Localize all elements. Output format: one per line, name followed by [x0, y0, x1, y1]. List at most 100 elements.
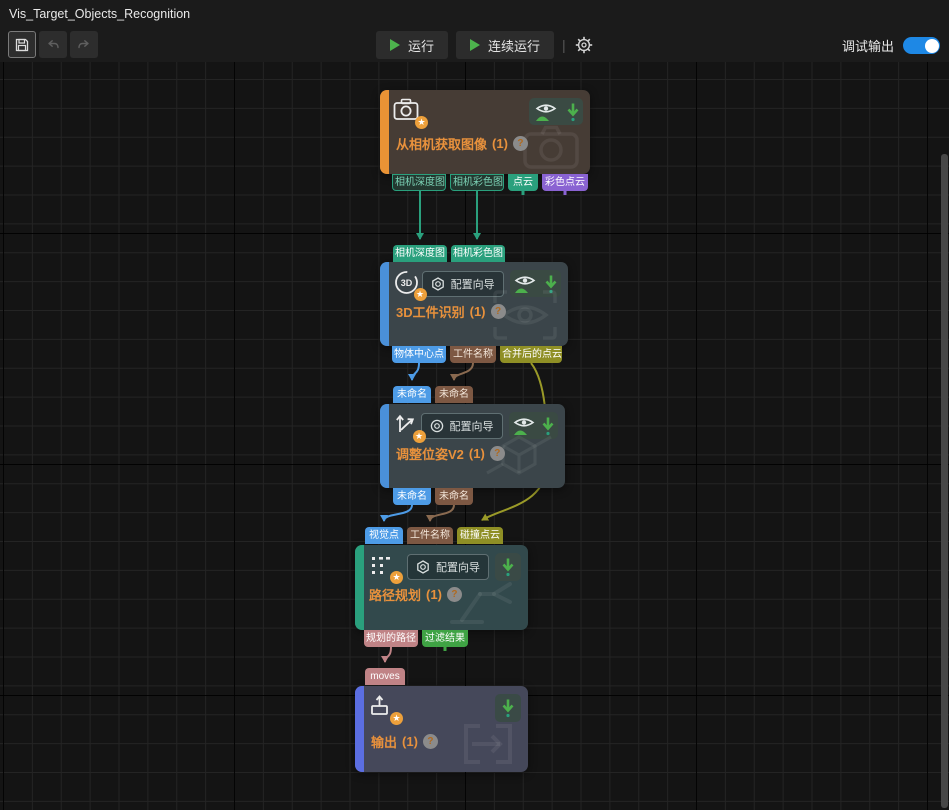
wire-planned-path[interactable] — [385, 647, 391, 662]
help-badge[interactable]: ? — [513, 136, 528, 151]
continuous-run-label: 连续运行 — [488, 36, 540, 55]
star-badge-icon: ★ — [414, 288, 427, 301]
node-action-group — [529, 98, 583, 125]
download-arrow-button[interactable] — [562, 98, 583, 125]
port-unnamed-out-1[interactable]: 未命名 — [393, 488, 431, 505]
adjust-pose-icon: ★ — [393, 411, 421, 441]
port-unnamed-in-1[interactable]: 未命名 — [393, 386, 431, 403]
play-icon — [390, 39, 400, 51]
help-badge[interactable]: ? — [423, 734, 438, 749]
node-title: 3D工件识别 — [396, 302, 465, 321]
help-badge[interactable]: ? — [490, 446, 505, 461]
port-merged-point-cloud-out[interactable]: 合并后的点云 — [500, 346, 562, 363]
port-planned-path-out[interactable]: 规划的路径 — [364, 630, 418, 647]
help-badge[interactable]: ? — [491, 304, 506, 319]
node-path-planning[interactable]: ★ 配置向导 路径规划 (1) ? — [355, 545, 528, 630]
port-point-cloud-out[interactable]: 点云 — [508, 174, 538, 191]
svg-text:3D: 3D — [401, 278, 413, 288]
node-output[interactable]: ★ 输出 (1) ? — [355, 686, 528, 772]
gear-icon — [574, 35, 594, 55]
node-accent-bar — [380, 404, 389, 488]
wire-workpiece-name-1[interactable] — [454, 363, 473, 380]
graph-canvas[interactable]: ★ 从相机获取图像 (1) ? — [0, 62, 949, 810]
node-accent-bar — [355, 686, 364, 772]
port-vision-points-in[interactable]: 视觉点 — [365, 527, 403, 544]
undo-button[interactable] — [39, 31, 67, 58]
redo-button[interactable] — [70, 31, 98, 58]
node-count: (1) — [470, 304, 486, 319]
adjust-pose-input-ports: 未命名 未命名 — [393, 386, 473, 403]
separator: | — [562, 37, 566, 53]
run-button-label: 运行 — [408, 36, 434, 55]
port-workpiece-name-in[interactable]: 工件名称 — [407, 527, 453, 544]
toolbar-run-group: 运行 连续运行 | — [376, 31, 594, 59]
port-camera-color-image-in[interactable]: 相机彩色图 — [451, 245, 505, 262]
node-3d-workpiece-recognition[interactable]: 3D ★ 配置向导 — [380, 262, 568, 346]
visualization-eye-button[interactable] — [529, 98, 562, 125]
node-count: (1) — [402, 734, 418, 749]
node-camera-capture[interactable]: ★ 从相机获取图像 (1) ? — [380, 90, 590, 174]
camera-node-output-ports: 相机深度图 相机彩色图 点云 彩色点云 — [392, 174, 588, 191]
node-title: 输出 — [371, 732, 397, 751]
debug-output-label: 调试输出 — [842, 36, 894, 55]
camera-watermark-icon — [522, 124, 580, 170]
port-camera-depth-image-in[interactable]: 相机深度图 — [393, 245, 447, 262]
redo-icon — [76, 37, 92, 53]
node-accent-bar — [355, 545, 364, 630]
toggle-knob — [925, 39, 939, 53]
debug-output-toggle[interactable] — [903, 37, 940, 54]
star-badge-icon: ★ — [415, 116, 428, 129]
node-count: (1) — [469, 446, 485, 461]
node-count: (1) — [426, 587, 442, 602]
wizard-gear-icon — [416, 560, 430, 574]
output-node-input-ports: moves — [365, 668, 405, 685]
path-planning-icon: ★ — [368, 552, 398, 582]
port-camera-color-image-out[interactable]: 相机彩色图 — [450, 174, 504, 191]
port-color-point-cloud-out[interactable]: 彩色点云 — [542, 174, 588, 191]
title-bar: Vis_Target_Objects_Recognition — [0, 0, 949, 28]
port-camera-depth-image-out[interactable]: 相机深度图 — [392, 174, 446, 191]
save-button[interactable] — [8, 31, 36, 58]
run-button[interactable]: 运行 — [376, 31, 448, 59]
wire-workpiece-name-2[interactable] — [430, 505, 454, 521]
port-collision-point-cloud-in[interactable]: 碰撞点云 — [457, 527, 503, 544]
vertical-scrollbar[interactable] — [941, 154, 948, 808]
help-badge[interactable]: ? — [447, 587, 462, 602]
toolbar: 运行 连续运行 | 调试输出 — [0, 28, 949, 62]
path-planning-output-ports: 规划的路径 过滤结果 — [364, 630, 468, 647]
node-title: 路径规划 — [369, 585, 421, 604]
port-object-center-point-out[interactable]: 物体中心点 — [392, 346, 446, 363]
toolbar-file-group — [8, 31, 98, 58]
recognition-node-input-ports: 相机深度图 相机彩色图 — [393, 245, 505, 262]
download-arrow-button[interactable] — [495, 694, 521, 722]
play-icon — [470, 39, 480, 51]
wizard-gear-icon — [430, 419, 444, 433]
continuous-run-button[interactable]: 连续运行 — [456, 31, 554, 59]
output-watermark-icon — [458, 720, 518, 768]
port-workpiece-name-out[interactable]: 工件名称 — [450, 346, 496, 363]
undo-icon — [45, 37, 61, 53]
port-unnamed-out-2[interactable]: 未命名 — [435, 488, 473, 505]
node-accent-bar — [380, 262, 389, 346]
port-filter-result-out[interactable]: 过滤结果 — [422, 630, 468, 647]
node-adjust-pose-v2[interactable]: ★ 配置向导 调整 — [380, 404, 565, 488]
adjust-pose-output-ports: 未命名 未命名 — [393, 488, 473, 505]
config-wizard-label: 配置向导 — [436, 559, 480, 575]
star-badge-icon: ★ — [413, 430, 426, 443]
application-window: Vis_Target_Objects_Recognition — [0, 0, 949, 810]
wire-object-center[interactable] — [412, 363, 419, 380]
output-icon: ★ — [368, 693, 398, 723]
wire-vision-points[interactable] — [384, 505, 412, 521]
recognition-node-output-ports: 物体中心点 工件名称 合并后的点云 — [392, 346, 562, 363]
port-moves-in[interactable]: moves — [365, 668, 405, 685]
config-wizard-label: 配置向导 — [451, 276, 495, 292]
debug-output-group: 调试输出 — [842, 36, 940, 55]
window-title: Vis_Target_Objects_Recognition — [9, 0, 190, 28]
run-settings-button[interactable] — [574, 35, 594, 55]
3d-recognition-icon: 3D ★ — [393, 269, 422, 299]
wizard-gear-icon — [431, 277, 445, 291]
node-accent-bar — [380, 90, 389, 174]
node-title: 从相机获取图像 — [396, 134, 487, 153]
port-unnamed-in-2[interactable]: 未命名 — [435, 386, 473, 403]
node-title: 调整位姿V2 — [396, 444, 464, 463]
